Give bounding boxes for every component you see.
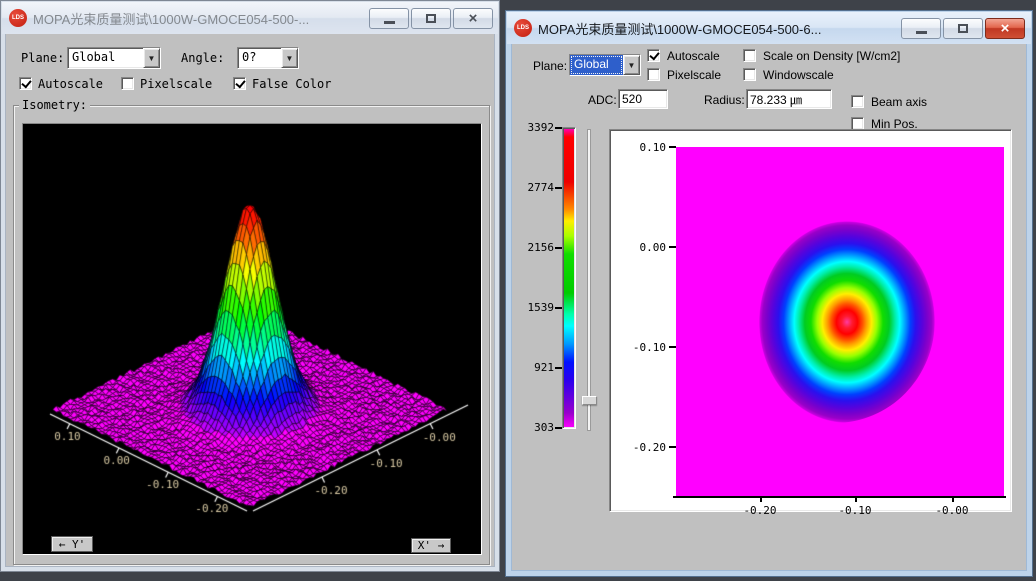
maximize-button[interactable]	[411, 8, 451, 29]
minimize-button[interactable]	[901, 18, 941, 39]
x-axis-button[interactable]: X' →	[411, 538, 451, 553]
colorbar-tick-label: 921	[514, 361, 554, 374]
isometry-3d-surface[interactable]	[23, 124, 481, 554]
plane-dropdown[interactable]: Global ▼	[67, 47, 161, 69]
pixelscale-checkbox[interactable]	[647, 68, 660, 81]
map-y-tickmark	[669, 346, 676, 348]
plane-value: Global	[570, 55, 623, 75]
map-y-tickmark	[669, 246, 676, 248]
map-y-tick-label: 0.00	[620, 241, 666, 254]
autoscale-label: Autoscale	[667, 49, 720, 63]
map-x-tick-label: -0.00	[924, 504, 980, 517]
adc-input[interactable]	[618, 89, 668, 109]
y-axis-button[interactable]: ← Y'	[51, 536, 93, 552]
app-logo-icon: LDS	[514, 19, 532, 37]
map-y-tickmark	[669, 146, 676, 148]
map-x-tickmark	[952, 496, 954, 502]
map-x-tickmark	[855, 496, 857, 502]
plane-label: Plane:	[21, 51, 64, 65]
beam-spot	[735, 217, 935, 423]
autoscale-checkbox[interactable]	[19, 77, 32, 90]
map-y-tick-label: -0.20	[620, 441, 666, 454]
pixelscale-label: Pixelscale	[140, 77, 212, 91]
beam-axis-label: Beam axis	[871, 95, 927, 109]
radius-input[interactable]	[746, 89, 832, 109]
map-x-tick-label: -0.20	[732, 504, 788, 517]
colorbar-tick-label: 303	[514, 421, 554, 434]
beam-axis-checkbox[interactable]	[851, 95, 864, 108]
map-x-tick-label: -0.10	[827, 504, 883, 517]
colorbar-tickmark	[555, 187, 562, 189]
colorbar-tickmark	[555, 127, 562, 129]
colorbar-tickmark	[555, 367, 562, 369]
pixelscale-checkbox[interactable]	[121, 77, 134, 90]
radius-label: Radius:	[704, 93, 745, 107]
close-icon: ×	[469, 11, 478, 26]
angle-dropdown[interactable]: 0? ▼	[237, 47, 299, 69]
plane-label: Plane:	[533, 59, 567, 73]
windowscale-checkbox[interactable]	[743, 68, 756, 81]
colorbar-tick-label: 1539	[514, 301, 554, 314]
close-button[interactable]: ×	[985, 18, 1025, 39]
maximize-icon	[426, 14, 436, 23]
map-y-tick-label: 0.10	[620, 141, 666, 154]
beam-map-window: LDS MOPA光束质量测试\1000W-GMOCE054-500-6... ×…	[505, 10, 1033, 577]
minimize-icon	[384, 21, 395, 24]
autoscale-label: Autoscale	[38, 77, 103, 91]
beam-map-panel: 0.100.00-0.10-0.20-0.20-0.10-0.00	[609, 129, 1012, 512]
scale-density-checkbox[interactable]	[743, 49, 756, 62]
map-y-tickmark	[669, 446, 676, 448]
colorbar-tickmark	[555, 247, 562, 249]
false-color-label: False Color	[252, 77, 340, 91]
window-title: MOPA光束质量测试\1000W-GMOCE054-500-...	[33, 9, 309, 28]
intensity-colorbar	[562, 127, 576, 429]
colorbar-tick-label: 3392	[514, 121, 554, 134]
adc-label: ADC:	[588, 93, 617, 107]
colorbar-tick-label: 2156	[514, 241, 554, 254]
scale-density-label: Scale on Density [W/cm2]	[763, 49, 900, 63]
chevron-down-icon[interactable]: ▼	[281, 48, 298, 68]
chevron-down-icon[interactable]: ▼	[143, 48, 160, 68]
plane-dropdown[interactable]: Global ▼	[569, 54, 641, 76]
colorbar-tick-label: 2774	[514, 181, 554, 194]
close-button[interactable]: ×	[453, 8, 493, 29]
map-x-tickmark	[760, 496, 762, 502]
maximize-icon	[958, 24, 968, 33]
chevron-down-icon[interactable]: ▼	[623, 55, 640, 75]
autoscale-checkbox[interactable]	[647, 49, 660, 62]
false-color-checkbox[interactable]	[233, 77, 246, 90]
minimize-button[interactable]	[369, 8, 409, 29]
colorbar-tickmark	[555, 307, 562, 309]
colorbar-slider-thumb[interactable]	[582, 396, 597, 405]
colorbar-tickmark	[555, 427, 562, 429]
angle-value: 0?	[238, 48, 281, 68]
map-y-tick-label: -0.10	[620, 341, 666, 354]
app-logo-icon: LDS	[9, 9, 27, 27]
colorbar-slider-track[interactable]	[587, 129, 591, 431]
isometry-plot-area[interactable]: ← Y' X' →	[22, 123, 482, 555]
angle-label: Angle:	[181, 51, 224, 65]
map-x-axis-line	[673, 496, 1006, 498]
windowscale-label: Windowscale	[763, 68, 834, 82]
minimize-icon	[916, 31, 927, 34]
close-icon: ×	[1001, 21, 1010, 36]
isometry-window: LDS MOPA光束质量测试\1000W-GMOCE054-500-... × …	[0, 0, 500, 572]
plane-value: Global	[68, 48, 143, 68]
window-title: MOPA光束质量测试\1000W-GMOCE054-500-6...	[538, 19, 821, 38]
beam-map-image[interactable]	[676, 147, 1004, 496]
isometry-groupbox-label: Isometry:	[19, 98, 90, 112]
maximize-button[interactable]	[943, 18, 983, 39]
pixelscale-label: Pixelscale	[667, 68, 721, 82]
